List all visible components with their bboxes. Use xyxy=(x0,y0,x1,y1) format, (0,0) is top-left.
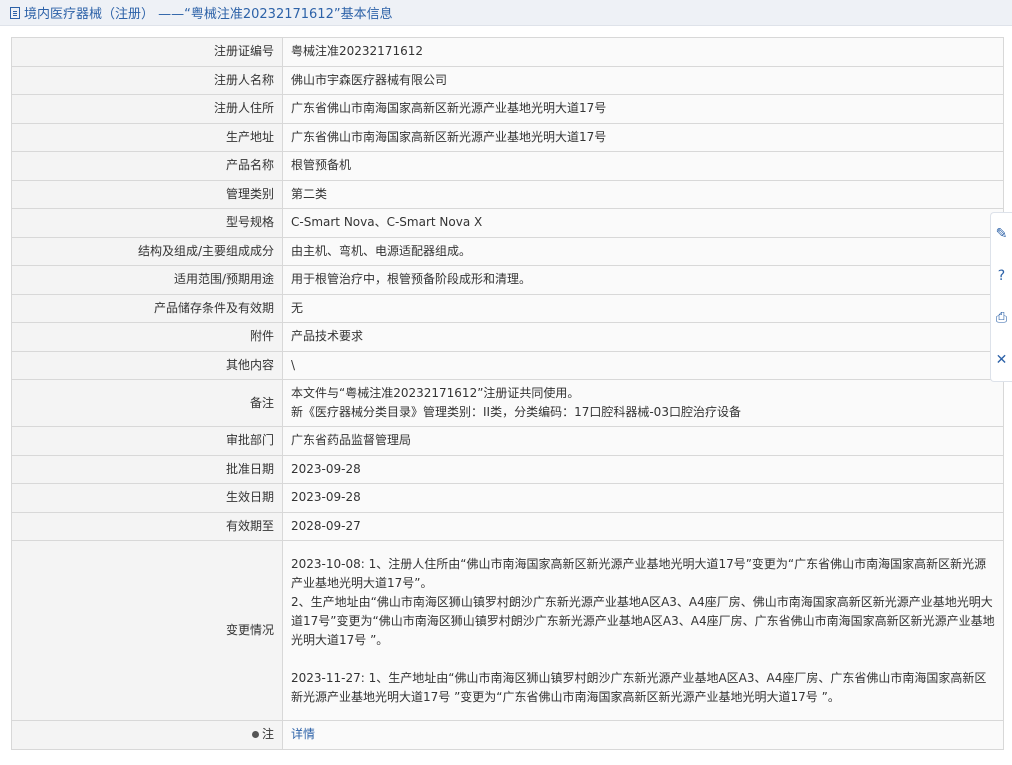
table-row: 审批部门 广东省药品监督管理局 xyxy=(11,426,1004,456)
change-entry: 2023-10-08: 1、注册人住所由“佛山市南海国家高新区新光源产业基地光明… xyxy=(291,556,987,590)
table-row: 附件 产品技术要求 xyxy=(11,322,1004,352)
change-entry: 2、生产地址由“佛山市南海区狮山镇罗村朗沙广东新光源产业基地A区A3、A4座厂房… xyxy=(291,594,995,647)
row-value: 由主机、弯机、电源适配器组成。 xyxy=(282,236,1004,266)
row-value: C-Smart Nova、C-Smart Nova X xyxy=(282,208,1004,238)
changes-value: 2023-10-08: 1、注册人住所由“佛山市南海国家高新区新光源产业基地光明… xyxy=(282,540,1004,721)
row-value: 第二类 xyxy=(282,179,1004,209)
table-row: 适用范围/预期用途 用于根管治疗中，根管预备阶段成形和清理。 xyxy=(11,265,1004,295)
changes-label: 变更情况 xyxy=(11,540,283,721)
table-row: 注册人名称 佛山市宇森医疗器械有限公司 xyxy=(11,65,1004,95)
row-value: 2023-09-28 xyxy=(282,454,1004,484)
table-row: 产品储存条件及有效期 无 xyxy=(11,293,1004,323)
row-value: 产品技术要求 xyxy=(282,322,1004,352)
help-icon[interactable]: ? xyxy=(998,269,1005,283)
row-label: 有效期至 xyxy=(11,511,283,541)
row-label: 生效日期 xyxy=(11,483,283,513)
edit-icon[interactable]: ✎ xyxy=(996,227,1008,241)
row-label: 适用范围/预期用途 xyxy=(11,265,283,295)
footer-label: 注 xyxy=(11,720,283,750)
table-row: 结构及组成/主要组成成分 由主机、弯机、电源适配器组成。 xyxy=(11,236,1004,266)
row-label: 生产地址 xyxy=(11,122,283,152)
footer-row: 注 详情 xyxy=(11,720,1004,750)
row-label: 注册人住所 xyxy=(11,94,283,124)
table-row: 产品名称 根管预备机 xyxy=(11,151,1004,181)
footer-value: 详情 xyxy=(282,720,1004,750)
row-label: 附件 xyxy=(11,322,283,352)
info-table: 注册证编号 粤械注准20232171612 注册人名称 佛山市宇森医疗器械有限公… xyxy=(11,37,1004,750)
row-value: \ xyxy=(282,350,1004,380)
row-label: 结构及组成/主要组成成分 xyxy=(11,236,283,266)
remark-value: 本文件与“粤械注准20232171612”注册证共同使用。 新《医疗器械分类目录… xyxy=(282,379,1004,427)
row-value: 广东省佛山市南海国家高新区新光源产业基地光明大道17号 xyxy=(282,122,1004,152)
row-value: 广东省佛山市南海国家高新区新光源产业基地光明大道17号 xyxy=(282,94,1004,124)
print-icon[interactable]: ⎙ xyxy=(996,311,1007,325)
close-icon[interactable]: ✕ xyxy=(996,353,1008,367)
floating-toolbar: ✎ ? ⎙ ✕ xyxy=(990,212,1012,382)
row-value: 粤械注准20232171612 xyxy=(282,37,1004,67)
remark-label: 备注 xyxy=(11,379,283,427)
row-label: 注册证编号 xyxy=(11,37,283,67)
page-title-bar: 境内医疗器械（注册） ——“粤械注准20232171612”基本信息 xyxy=(0,0,1012,26)
table-row: 批准日期 2023-09-28 xyxy=(11,454,1004,484)
remark-row: 备注 本文件与“粤械注准20232171612”注册证共同使用。 新《医疗器械分… xyxy=(11,379,1004,427)
row-label: 管理类别 xyxy=(11,179,283,209)
table-row: 生产地址 广东省佛山市南海国家高新区新光源产业基地光明大道17号 xyxy=(11,122,1004,152)
table-row: 生效日期 2023-09-28 xyxy=(11,483,1004,513)
row-label: 产品储存条件及有效期 xyxy=(11,293,283,323)
table-row: 其他内容 \ xyxy=(11,350,1004,380)
row-value: 无 xyxy=(282,293,1004,323)
pin-icon xyxy=(251,731,259,739)
row-label: 型号规格 xyxy=(11,208,283,238)
row-label: 产品名称 xyxy=(11,151,283,181)
row-label: 批准日期 xyxy=(11,454,283,484)
table-row: 型号规格 C-Smart Nova、C-Smart Nova X xyxy=(11,208,1004,238)
table-row: 注册证编号 粤械注准20232171612 xyxy=(11,37,1004,67)
remark-line: 本文件与“粤械注准20232171612”注册证共同使用。 xyxy=(291,386,580,400)
table-row: 注册人住所 广东省佛山市南海国家高新区新光源产业基地光明大道17号 xyxy=(11,94,1004,124)
row-value: 2023-09-28 xyxy=(282,483,1004,513)
row-label: 审批部门 xyxy=(11,426,283,456)
row-label: 注册人名称 xyxy=(11,65,283,95)
row-label: 其他内容 xyxy=(11,350,283,380)
changes-row: 变更情况 2023-10-08: 1、注册人住所由“佛山市南海国家高新区新光源产… xyxy=(11,540,1004,721)
table-row: 有效期至 2028-09-27 xyxy=(11,511,1004,541)
page-title: 境内医疗器械（注册） ——“粤械注准20232171612”基本信息 xyxy=(24,7,393,22)
remark-line: 新《医疗器械分类目录》管理类别：II类，分类编码：17口腔科器械-03口腔治疗设… xyxy=(291,405,741,419)
footer-label-text: 注 xyxy=(261,727,274,742)
table-row: 管理类别 第二类 xyxy=(11,179,1004,209)
row-value: 根管预备机 xyxy=(282,151,1004,181)
document-icon xyxy=(10,6,20,19)
row-value: 广东省药品监督管理局 xyxy=(282,426,1004,456)
change-entry: 2023-11-27: 1、生产地址由“佛山市南海区狮山镇罗村朗沙广东新光源产业… xyxy=(291,670,987,704)
row-value: 2028-09-27 xyxy=(282,511,1004,541)
row-value: 用于根管治疗中，根管预备阶段成形和清理。 xyxy=(282,265,1004,295)
row-value: 佛山市宇森医疗器械有限公司 xyxy=(282,65,1004,95)
details-link[interactable]: 详情 xyxy=(291,727,315,741)
